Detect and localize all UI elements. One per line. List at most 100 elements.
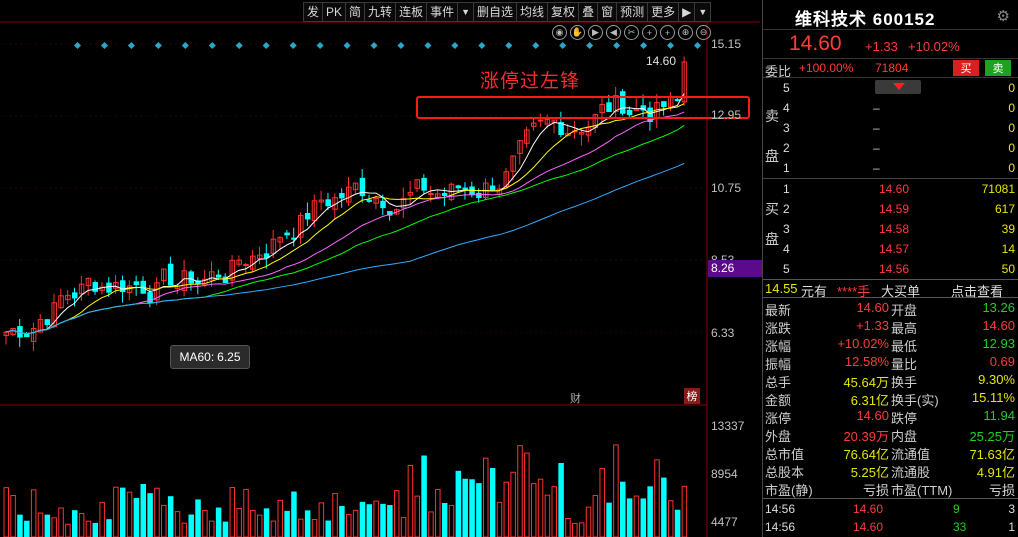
ma5-line (5, 93, 685, 335)
volume-bar (10, 494, 16, 537)
volume-bar (462, 478, 468, 537)
ask-row[interactable]: 5 0 (783, 78, 1017, 98)
volume-axis-label: 13337 (711, 419, 745, 433)
kline-chart-svg[interactable] (0, 0, 760, 537)
volume-bar (393, 490, 400, 537)
ask-row[interactable]: 4 – 0 (783, 98, 1017, 118)
volume-bar (167, 496, 174, 537)
stat-label: 涨跌 (765, 321, 792, 336)
volume-bar (202, 509, 208, 537)
toolbar-remove-watchlist-button[interactable]: 删自选 (473, 2, 517, 22)
stat-label: 换手(实) (891, 393, 939, 408)
dragon-tiger-list-marker[interactable]: 榜 (684, 388, 700, 404)
volume-bar (263, 508, 270, 537)
toolbar-more-button[interactable]: 更多 (647, 2, 679, 22)
scissors-icon[interactable]: ✂ (624, 25, 639, 40)
stat-row: 涨幅 +10.02% 最低 12.93 (763, 336, 1018, 354)
finance-report-marker[interactable]: 财 (570, 390, 581, 406)
stat-label: 涨停 (765, 411, 792, 426)
tick-price: 14.60 (853, 502, 884, 516)
bid-level: 5 (783, 262, 790, 276)
rewind-icon[interactable]: ◀ (606, 25, 621, 40)
ask-row[interactable]: 1 – 0 (783, 158, 1017, 178)
event-marker (532, 41, 540, 50)
plus-icon[interactable]: + (642, 25, 657, 40)
tick-time: 14:56 (765, 502, 796, 516)
bid-qty: 14 (1001, 242, 1015, 256)
stat-row: 总手 45.64万 换手 9.30% (763, 372, 1018, 390)
candle-body (304, 212, 311, 220)
volume-bar (407, 464, 414, 537)
candle-body (489, 185, 496, 191)
gear-icon[interactable]: ⚙ (997, 7, 1010, 25)
bid-row[interactable]: 2 14.59 617 (783, 199, 1017, 219)
toolbar-play-icon[interactable]: ▶ (678, 2, 695, 22)
volume-bar (17, 514, 23, 537)
stat-label: 涨幅 (765, 339, 792, 354)
buy-button[interactable]: 买 (953, 60, 979, 76)
weibi-row: 委比 +100.00% 71804 买 卖 (763, 58, 1018, 79)
event-marker (208, 41, 216, 50)
ask-row[interactable]: 3 – 0 (783, 118, 1017, 138)
volume-bar (236, 508, 242, 537)
toolbar-fa-button[interactable]: 发 (303, 2, 323, 22)
candle-body (44, 319, 51, 326)
eye-icon[interactable]: ◉ (552, 25, 567, 40)
toolbar-lianban-button[interactable]: 连板 (395, 2, 427, 22)
ask-row[interactable]: 2 – 0 (783, 138, 1017, 158)
stat-label: 最低 (891, 339, 918, 354)
zoom-in-icon[interactable]: ⊕ (678, 25, 693, 40)
volume-bar (599, 467, 605, 537)
play-icon[interactable]: ▶ (588, 25, 603, 40)
volume-bar (674, 509, 681, 537)
toolbar-pk-button[interactable]: PK (322, 2, 346, 22)
event-marker (235, 41, 243, 50)
current-axis-highlight: 8.26 (708, 260, 763, 277)
stat-value: 45.64万 (843, 375, 889, 390)
toolbar-jian-button[interactable]: 简 (345, 2, 365, 22)
hand-icon[interactable]: ✋ (570, 25, 585, 40)
volume-bar (243, 489, 249, 537)
stat-row: 涨跌 +1.33 最高 14.60 (763, 318, 1018, 336)
volume-bar (133, 497, 140, 537)
bid-row[interactable]: 4 14.57 14 (783, 239, 1017, 259)
volume-bar (37, 512, 44, 537)
big-order-bar[interactable]: 14.55 元有 ****手 大买单 点击查看 (763, 279, 1018, 299)
toolbar-overlay-button[interactable]: 叠 (578, 2, 598, 22)
stat-value: 14.60 (856, 408, 889, 423)
zoom-out-icon[interactable]: ⊖ (696, 25, 711, 40)
volume-bar (585, 506, 592, 537)
toolbar-window-button[interactable]: 窗 (597, 2, 617, 22)
kline-chart-area[interactable]: 发 PK 简 九转 连板 事件 ▼ 删自选 均线 复权 叠 窗 预测 更多 ▶ … (0, 0, 763, 537)
volume-bar (421, 455, 427, 537)
volume-bar (85, 520, 92, 537)
toolbar-ma-button[interactable]: 均线 (516, 2, 548, 22)
toolbar-jiuzhuan-button[interactable]: 九转 (364, 2, 396, 22)
toolbar-forecast-button[interactable]: 预测 (616, 2, 648, 22)
bid-row[interactable]: 1 14.60 71081 (783, 179, 1017, 199)
stat-label: 换手 (891, 375, 918, 390)
last-price: 14.60 (789, 32, 842, 55)
candle-body (476, 192, 482, 198)
price-axis-label: 12.95 (711, 108, 742, 122)
toolbar-adjust-button[interactable]: 复权 (547, 2, 579, 22)
stat-value: 6.31亿 (850, 393, 889, 408)
volume-bar (44, 514, 51, 537)
event-marker (262, 41, 270, 50)
bid-row[interactable]: 3 14.58 39 (783, 219, 1017, 239)
volume-bar (441, 502, 448, 537)
toolbar-events-dropdown-icon[interactable]: ▼ (457, 2, 474, 22)
volume-bar (667, 500, 674, 537)
bid-row[interactable]: 5 14.56 50 (783, 259, 1017, 279)
volume-bar (65, 523, 71, 537)
event-marker (127, 41, 135, 50)
candle-body (133, 281, 140, 286)
stat-value: 11.94 (983, 408, 1015, 423)
stat-row: 外盘 20.39万 内盘 25.25万 (763, 426, 1018, 444)
toolbar-events-button[interactable]: 事件 (426, 2, 458, 22)
price-axis-label: 6.33 (711, 326, 735, 340)
sell-button[interactable]: 卖 (985, 60, 1011, 76)
plus-circle-icon[interactable]: + (660, 25, 675, 40)
volume-bar (277, 499, 283, 537)
toolbar-more-dropdown-icon[interactable]: ▼ (694, 2, 712, 22)
